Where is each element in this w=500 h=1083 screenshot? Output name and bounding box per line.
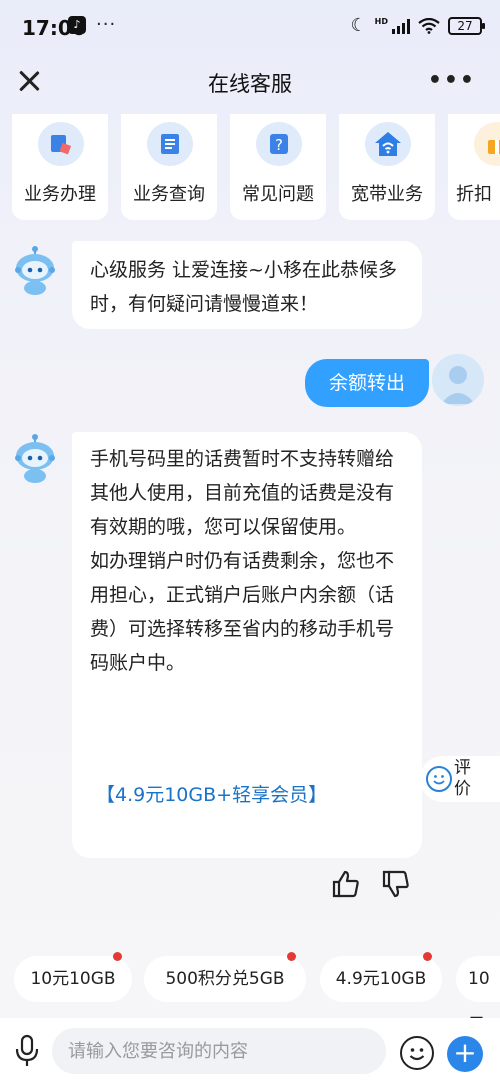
add-button[interactable]: + bbox=[447, 1036, 483, 1072]
more-notifications-icon: ··· bbox=[96, 14, 117, 35]
notification-dot bbox=[287, 952, 296, 961]
wifi-home-icon bbox=[365, 122, 411, 166]
title-bar: 在线客服 ••• bbox=[0, 56, 500, 108]
rate-label: 评价 bbox=[454, 758, 471, 799]
quick-item-label: 常见问题 bbox=[242, 184, 314, 205]
page-title: 在线客服 bbox=[208, 72, 292, 96]
user-avatar bbox=[432, 354, 484, 406]
quick-item-label: 宽带业务 bbox=[351, 184, 423, 205]
answer-paragraph: 如办理销户时仍有话费剩余，您也不用担心，正式销户后账户内余额（话费）可选择转移至… bbox=[90, 550, 395, 674]
tag-icon bbox=[38, 122, 84, 166]
moon-icon: ☾ bbox=[350, 15, 367, 36]
promo-link[interactable]: 【4.9元10GB+轻享会员】 bbox=[96, 780, 327, 807]
chip-label: 4.9元10GB bbox=[335, 969, 427, 989]
quick-item-label: 业务查询 bbox=[133, 184, 205, 205]
user-message: 余额转出 bbox=[305, 359, 429, 407]
chip-label: 10元10GB bbox=[30, 969, 116, 989]
chip[interactable]: 10元 bbox=[456, 956, 500, 1035]
quick-menu: 业务办理 业务查询 ? 常见问题 宽带业务 折扣 bbox=[12, 114, 500, 220]
quick-item-broadband[interactable]: 宽带业务 bbox=[339, 114, 435, 220]
rate-button[interactable]: 评价 bbox=[420, 756, 500, 802]
chip[interactable]: 4.9元10GB bbox=[320, 952, 442, 1002]
smiley-icon bbox=[426, 766, 452, 792]
thumbs-down-icon[interactable] bbox=[380, 868, 412, 900]
quick-item-business-handling[interactable]: 业务办理 bbox=[12, 114, 108, 220]
bot-avatar bbox=[12, 434, 58, 484]
document-icon bbox=[147, 122, 193, 166]
notification-dot bbox=[423, 952, 432, 961]
gift-icon bbox=[474, 122, 500, 166]
quick-item-faq[interactable]: ? 常见问题 bbox=[230, 114, 326, 220]
suggestion-chips: 10元10GB 500积分兑5GB 4.9元10GB 10元 bbox=[0, 950, 500, 1035]
question-icon: ? bbox=[256, 122, 302, 166]
svg-text:?: ? bbox=[275, 136, 283, 154]
bot-message-greeting: 心级服务 让爱连接~小移在此恭候多时，有何疑问请慢慢道来！ bbox=[72, 241, 422, 329]
notification-dot bbox=[113, 952, 122, 961]
emoji-icon[interactable] bbox=[400, 1036, 434, 1070]
quick-item-business-query[interactable]: 业务查询 bbox=[121, 114, 217, 220]
chip[interactable]: 10元10GB bbox=[14, 952, 132, 1002]
wifi-icon bbox=[418, 17, 440, 34]
battery-icon: 27 bbox=[448, 16, 485, 35]
microphone-icon[interactable] bbox=[14, 1034, 40, 1068]
input-bar: + bbox=[0, 1018, 500, 1083]
chip-label: 500积分兑5GB bbox=[165, 969, 285, 989]
answer-paragraph: 手机号码里的话费暂时不支持转赠给其他人使用，目前充值的话费是没有有效期的哦，您可… bbox=[90, 448, 395, 538]
thumbs-up-icon[interactable] bbox=[330, 868, 362, 900]
tiktok-icon: ♪ bbox=[68, 16, 86, 34]
bot-avatar bbox=[12, 246, 58, 296]
quick-item-label: 业务办理 bbox=[24, 184, 96, 205]
message-input[interactable] bbox=[52, 1028, 386, 1074]
hd-icon: HD bbox=[374, 17, 388, 26]
quick-item-label: 折扣 bbox=[456, 184, 492, 205]
more-options-button[interactable]: ••• bbox=[428, 68, 476, 93]
signal-icon bbox=[392, 18, 410, 34]
status-bar: 17:06 ♪ ··· ☾ HD 27 bbox=[0, 0, 500, 56]
chip[interactable]: 500积分兑5GB bbox=[144, 952, 306, 1002]
quick-item-discount[interactable]: 折扣 bbox=[448, 114, 500, 220]
